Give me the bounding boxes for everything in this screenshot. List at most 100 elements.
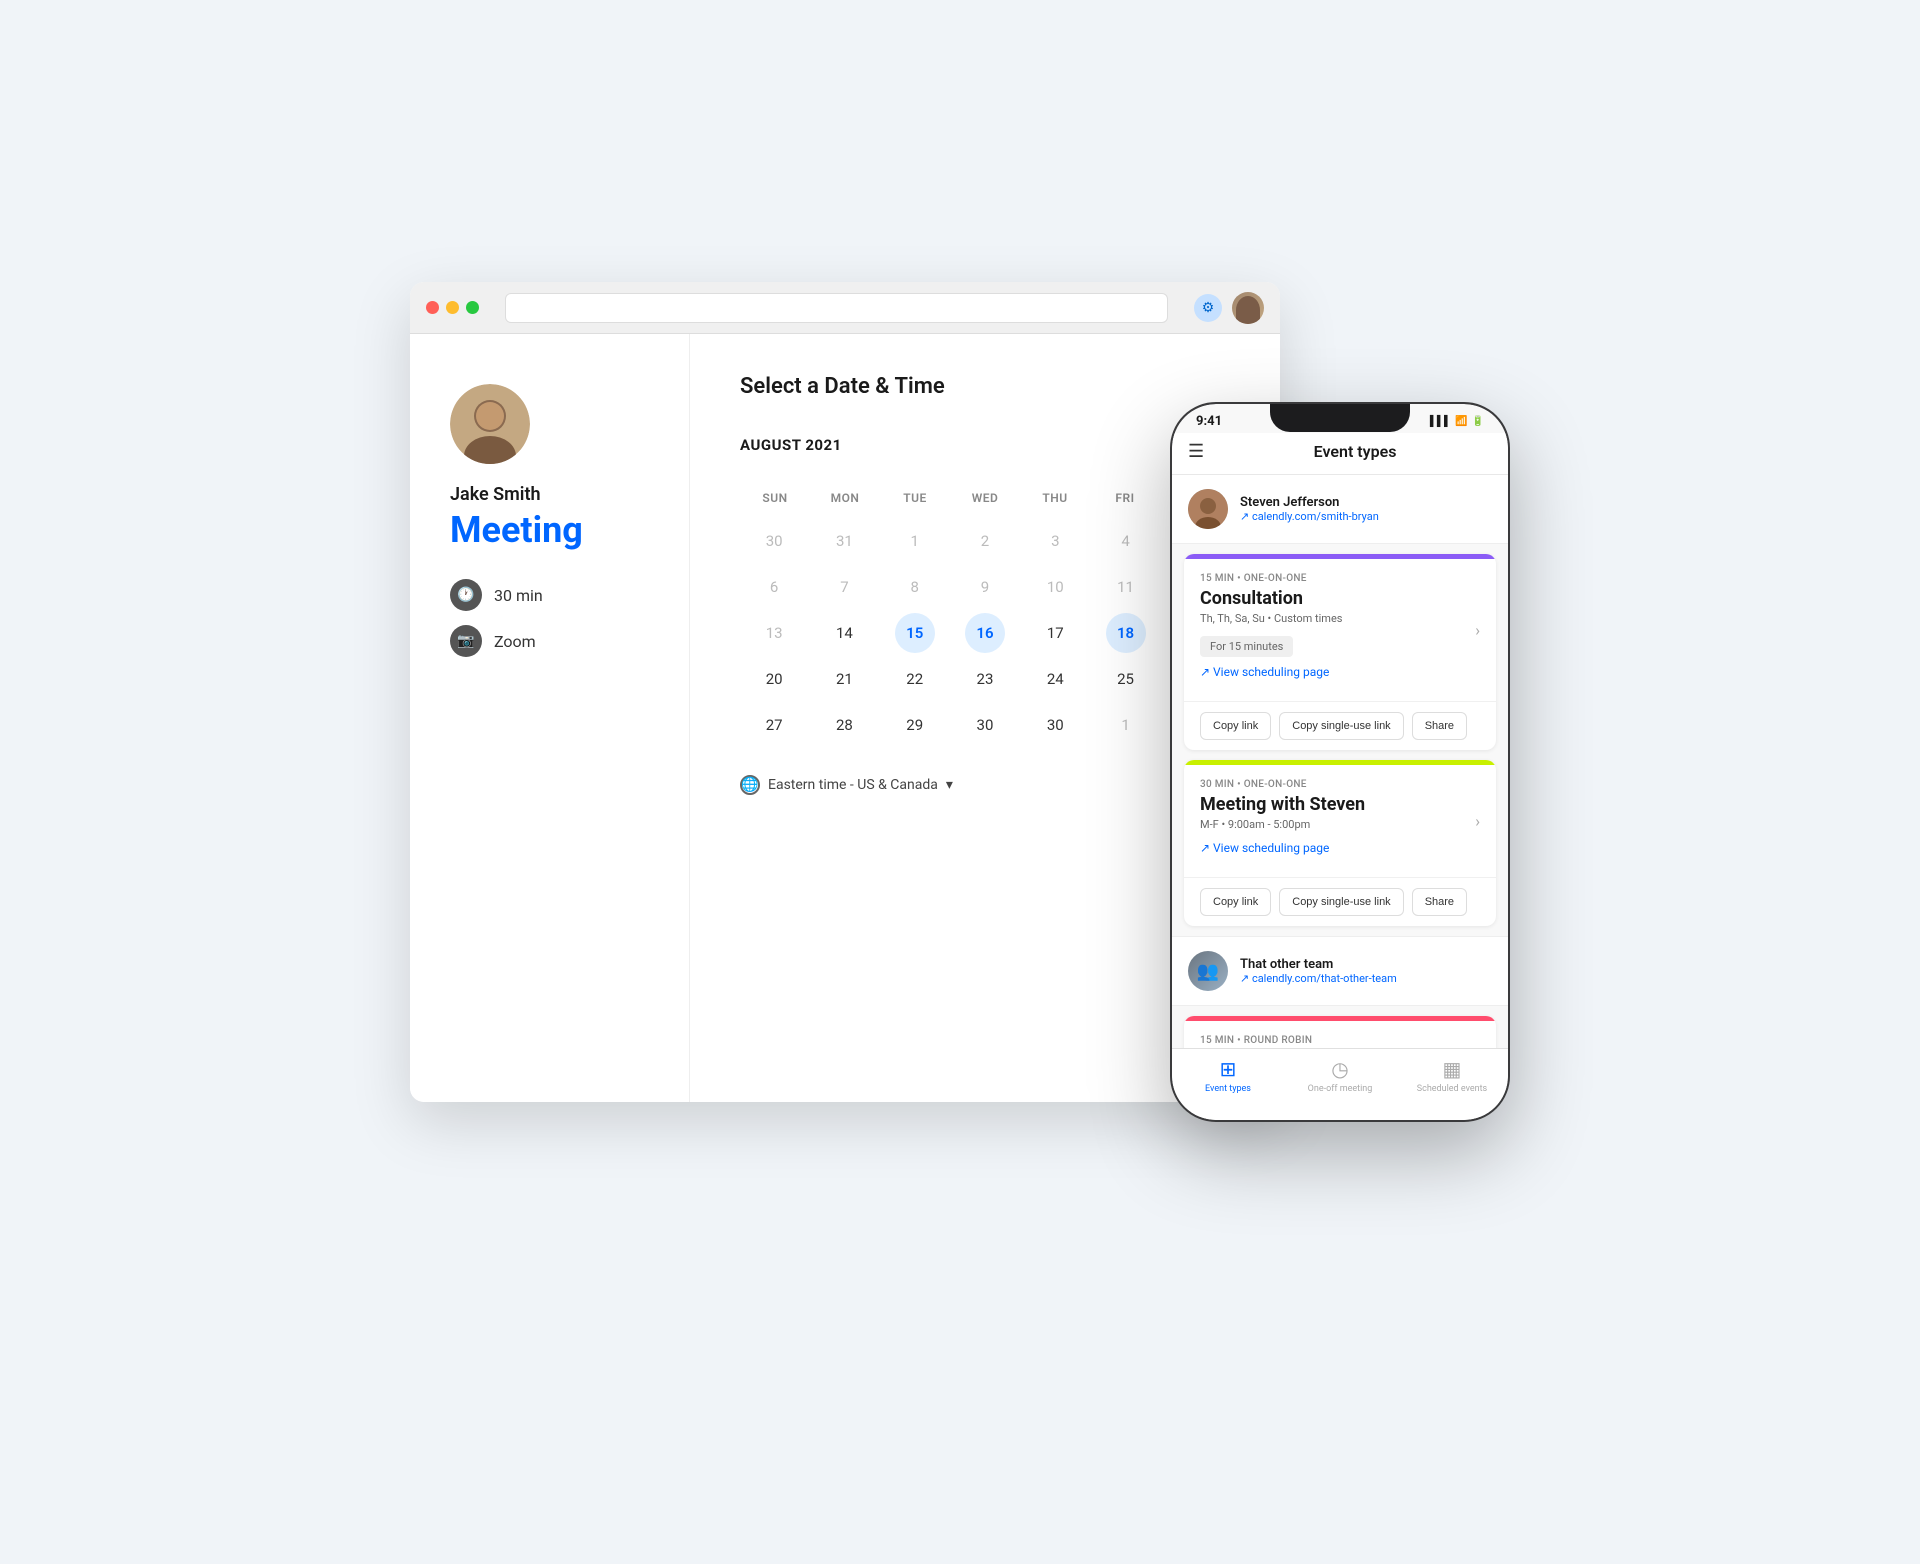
expand-dot[interactable] — [466, 301, 479, 314]
hamburger-icon[interactable]: ☰ — [1188, 441, 1204, 462]
cal-day-10: 10 — [1035, 567, 1075, 607]
event-schedule-consultation: Th, Th, Sa, Su • Custom times — [1200, 612, 1480, 625]
cal-day-11: 11 — [1106, 567, 1146, 607]
nav-event-types[interactable]: ⊞ Event types — [1172, 1057, 1284, 1094]
platform-meta: 📷 Zoom — [450, 625, 649, 657]
address-bar[interactable] — [505, 293, 1168, 323]
event-card-meeting-steven: 30 MIN • ONE-ON-ONE Meeting with Steven … — [1184, 760, 1496, 926]
view-scheduling-link-meeting[interactable]: ↗ View scheduling page — [1200, 841, 1480, 855]
platform-label: Zoom — [494, 632, 536, 651]
chevron-right-icon-2: › — [1475, 812, 1480, 831]
event-name-consultation: Consultation — [1200, 588, 1480, 609]
cal-day-30-prev: 30 — [754, 521, 794, 561]
cal-day-21[interactable]: 21 — [824, 659, 864, 699]
event-card-actions-meeting: Copy link Copy single-use link Share — [1184, 877, 1496, 926]
cal-day-14[interactable]: 14 — [824, 613, 864, 653]
event-type-label: 15 MIN • ONE-ON-ONE — [1200, 573, 1480, 584]
nav-scheduled-events[interactable]: ▦ Scheduled events — [1396, 1057, 1508, 1094]
weekday-fri: FRI — [1090, 485, 1160, 511]
cal-day-24[interactable]: 24 — [1035, 659, 1075, 699]
cal-day-28[interactable]: 28 — [824, 705, 864, 745]
user-avatar — [450, 384, 530, 464]
cal-day-1: 1 — [895, 521, 935, 561]
cal-day-2: 2 — [965, 521, 1005, 561]
copy-link-btn-2[interactable]: Copy link — [1200, 888, 1271, 916]
cal-day-27[interactable]: 27 — [754, 705, 794, 745]
weekday-tue: TUE — [880, 485, 950, 511]
cal-day-29[interactable]: 29 — [895, 705, 935, 745]
copy-single-use-link-btn-2[interactable]: Copy single-use link — [1279, 888, 1403, 916]
cal-day-23[interactable]: 23 — [965, 659, 1005, 699]
event-card-body-consultation: 15 MIN • ONE-ON-ONE Consultation Th, Th,… — [1184, 559, 1496, 701]
event-card-actions-consultation: Copy link Copy single-use link Share — [1184, 701, 1496, 750]
status-time: 9:41 — [1196, 414, 1222, 429]
one-off-label: One-off meeting — [1308, 1084, 1373, 1094]
event-types-label: Event types — [1205, 1084, 1251, 1094]
cal-day-25[interactable]: 25 — [1106, 659, 1146, 699]
duration-badge-consultation: For 15 minutes — [1200, 636, 1293, 657]
weekday-wed: WED — [950, 485, 1020, 511]
cal-day-4: 4 — [1106, 521, 1146, 561]
cal-day-20[interactable]: 20 — [754, 659, 794, 699]
minimize-dot[interactable] — [446, 301, 459, 314]
scheduled-label: Scheduled events — [1417, 1084, 1487, 1094]
weekday-thu: THU — [1020, 485, 1090, 511]
steven-link[interactable]: ↗ calendly.com/smith-bryan — [1240, 510, 1379, 523]
status-icons: ▌▌▌ 📶 🔋 — [1430, 416, 1484, 427]
team-avatar: 👥 — [1188, 951, 1228, 991]
cal-day-22[interactable]: 22 — [895, 659, 935, 699]
cal-day-1-next: 1 — [1106, 705, 1146, 745]
phone-bottom-nav: ⊞ Event types ◷ One-off meeting ▦ Schedu… — [1172, 1048, 1508, 1120]
signal-icon: ▌▌▌ — [1430, 416, 1451, 427]
team-link[interactable]: ↗ calendly.com/that-other-team — [1240, 972, 1397, 985]
extension-icon[interactable]: ⚙ — [1194, 294, 1222, 322]
cal-day-9: 9 — [965, 567, 1005, 607]
event-name-meeting: Meeting with Steven — [1200, 794, 1480, 815]
event-schedule-meeting: M-F • 9:00am - 5:00pm — [1200, 818, 1480, 831]
browser-traffic-lights — [426, 301, 479, 314]
calendar-grid: SUN MON TUE WED THU FRI SAT 30 31 1 2 — [740, 485, 1230, 747]
user-avatar-browser[interactable] — [1232, 292, 1264, 324]
calendar-header: AUGUST 2021 ‹ › — [740, 429, 1230, 461]
cal-day-30a[interactable]: 30 — [965, 705, 1005, 745]
user-name: Jake Smith — [450, 484, 649, 505]
phone-notch — [1270, 404, 1410, 432]
cal-day-30b[interactable]: 30 — [1035, 705, 1075, 745]
copy-single-use-link-btn-1[interactable]: Copy single-use link — [1279, 712, 1403, 740]
cal-day-18[interactable]: 18 — [1106, 613, 1146, 653]
close-dot[interactable] — [426, 301, 439, 314]
browser-toolbar: ⚙ — [410, 282, 1280, 334]
cal-day-13: 13 — [754, 613, 794, 653]
cal-day-31-prev: 31 — [824, 521, 864, 561]
phone-screen: 9:41 ▌▌▌ 📶 🔋 ☰ Event types — [1172, 404, 1508, 1120]
calendar-weekdays: SUN MON TUE WED THU FRI SAT — [740, 485, 1230, 511]
calendar-days: 30 31 1 2 3 4 5 6 7 8 9 10 11 1 — [740, 519, 1230, 747]
timezone-dropdown-icon: ▾ — [946, 777, 953, 793]
steven-avatar — [1188, 489, 1228, 529]
user-steven-section: Steven Jefferson ↗ calendly.com/smith-br… — [1172, 475, 1508, 544]
battery-icon: 🔋 — [1472, 416, 1484, 427]
copy-link-btn-1[interactable]: Copy link — [1200, 712, 1271, 740]
share-btn-2[interactable]: Share — [1412, 888, 1467, 916]
mobile-phone: 9:41 ▌▌▌ 📶 🔋 ☰ Event types — [1170, 402, 1510, 1122]
cal-day-7: 7 — [824, 567, 864, 607]
share-btn-1[interactable]: Share — [1412, 712, 1467, 740]
timezone-selector[interactable]: 🌐 Eastern time - US & Canada ▾ — [740, 775, 1230, 795]
nav-one-off-meeting[interactable]: ◷ One-off meeting — [1284, 1057, 1396, 1094]
cal-day-6: 6 — [754, 567, 794, 607]
duration-meta: 🕐 30 min — [450, 579, 649, 611]
cal-day-16[interactable]: 16 — [965, 613, 1005, 653]
event-card-body-meeting: 30 MIN • ONE-ON-ONE Meeting with Steven … — [1184, 765, 1496, 877]
phone-content[interactable]: Steven Jefferson ↗ calendly.com/smith-br… — [1172, 475, 1508, 1061]
globe-icon: 🌐 — [740, 775, 760, 795]
cal-day-15[interactable]: 15 — [895, 613, 935, 653]
browser-window: ⚙ Jake Smith Meeting — [410, 282, 1280, 1102]
view-scheduling-link-consultation[interactable]: ↗ View scheduling page — [1200, 665, 1480, 679]
steven-name: Steven Jefferson — [1240, 495, 1379, 510]
one-off-icon: ◷ — [1331, 1057, 1348, 1081]
video-icon: 📷 — [450, 625, 482, 657]
weekday-sun: SUN — [740, 485, 810, 511]
weekday-mon: MON — [810, 485, 880, 511]
cal-day-17[interactable]: 17 — [1035, 613, 1075, 653]
event-card-consultation: 15 MIN • ONE-ON-ONE Consultation Th, Th,… — [1184, 554, 1496, 750]
